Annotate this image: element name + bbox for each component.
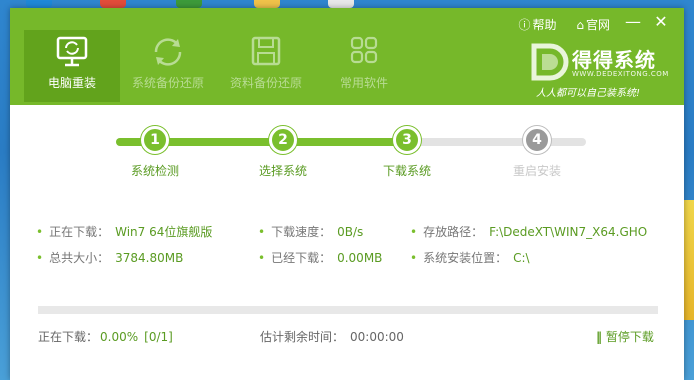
step-number: 2 bbox=[269, 126, 297, 154]
info-downloaded: • 已经下载： 0.00MB bbox=[258, 249, 382, 266]
bullet-icon: • bbox=[36, 225, 44, 239]
info-value: 0.00MB bbox=[337, 251, 383, 265]
step-select-system: 2 选择系统 bbox=[259, 126, 307, 178]
info-install-location: • 系统安装位置： C:\ bbox=[410, 249, 530, 266]
count-value: [0/1] bbox=[144, 330, 173, 344]
close-button[interactable]: ✕ bbox=[650, 12, 672, 31]
step-system-check: 1 系统检测 bbox=[131, 126, 179, 178]
tab-common-software[interactable]: 常用软件 bbox=[316, 30, 412, 102]
step-number: 1 bbox=[141, 126, 169, 154]
desktop-shortcut-icon[interactable] bbox=[254, 0, 280, 8]
help-link[interactable]: ⓘ 帮助 bbox=[511, 18, 557, 32]
step-restart-install: 4 重启安装 bbox=[513, 126, 561, 178]
logo-name: 得得系统 bbox=[572, 48, 656, 72]
status-label: 正在下载： bbox=[38, 330, 99, 344]
step-label: 重启安装 bbox=[512, 164, 561, 178]
installer-window: 电脑重装 系统备份还原 资料备份还原 常用软件 ⓘ 帮助 ⌂ 官网 — ✕ 得得… bbox=[10, 8, 684, 380]
info-value: F:\DedeXT\WIN7_X64.GHO bbox=[489, 225, 648, 239]
logo-mark-icon bbox=[531, 43, 569, 81]
step-number: 4 bbox=[523, 126, 551, 154]
title-bar: 电脑重装 系统备份还原 资料备份还原 常用软件 ⓘ 帮助 ⌂ 官网 — ✕ 得得… bbox=[10, 8, 684, 105]
info-downloading: • 正在下载： Win7 64位旗舰版 bbox=[36, 223, 212, 240]
remaining-time: 估计剩余时间： 00:00:00 bbox=[260, 328, 404, 345]
home-icon: ⌂ bbox=[576, 18, 584, 32]
desktop-shortcut-icon[interactable] bbox=[100, 0, 126, 8]
info-label: 总共大小： bbox=[49, 251, 110, 265]
bullet-icon: • bbox=[36, 251, 44, 265]
info-label: 系统安装位置： bbox=[423, 251, 508, 265]
info-total-size: • 总共大小： 3784.80MB bbox=[36, 249, 183, 266]
monitor-refresh-icon bbox=[52, 36, 92, 68]
info-label: 正在下载： bbox=[49, 225, 110, 239]
info-value: 3784.80MB bbox=[115, 251, 184, 265]
step-label: 下载系统 bbox=[382, 164, 431, 178]
step-download-system: 3 下载系统 bbox=[383, 126, 431, 178]
backup-restore-icon bbox=[148, 36, 188, 68]
step-label: 系统检测 bbox=[130, 164, 179, 178]
info-speed: • 下载速度： 0B/s bbox=[258, 223, 363, 240]
minimize-button[interactable]: — bbox=[622, 12, 644, 31]
step-number: 3 bbox=[393, 126, 421, 154]
step-label: 选择系统 bbox=[258, 164, 307, 178]
tab-system-reinstall[interactable]: 电脑重装 bbox=[24, 30, 120, 102]
logo-url: WWW.DEDEXITONG.COM bbox=[572, 70, 669, 78]
info-path: • 存放路径： F:\DedeXT\WIN7_X64.GHO bbox=[410, 223, 647, 240]
bullet-icon: • bbox=[410, 225, 418, 239]
remaining-label: 估计剩余时间： bbox=[260, 330, 345, 344]
tab-label: 系统备份还原 bbox=[131, 76, 204, 90]
remaining-value: 00:00:00 bbox=[350, 330, 404, 344]
percent-value: 0.00% bbox=[100, 330, 139, 344]
info-label: 已经下载： bbox=[271, 251, 332, 265]
download-progress-bar bbox=[38, 306, 658, 314]
website-link[interactable]: ⌂ 官网 bbox=[568, 18, 610, 32]
website-label: 官网 bbox=[585, 18, 610, 32]
pause-icon: ‖ bbox=[596, 330, 602, 344]
bullet-icon: • bbox=[258, 225, 266, 239]
desktop-shortcut-icon[interactable] bbox=[328, 0, 354, 8]
help-label: 帮助 bbox=[532, 18, 557, 32]
tab-label: 资料备份还原 bbox=[229, 76, 302, 90]
info-label: 下载速度： bbox=[271, 225, 332, 239]
top-links: ⓘ 帮助 ⌂ 官网 bbox=[503, 16, 611, 33]
download-status: 正在下载： 0.00% [0/1] bbox=[38, 328, 173, 345]
info-value: C:\ bbox=[513, 251, 530, 265]
desktop-shortcut-icon[interactable] bbox=[176, 0, 202, 8]
tab-label: 电脑重装 bbox=[47, 76, 96, 90]
tab-system-backup[interactable]: 系统备份还原 bbox=[120, 30, 216, 102]
save-disk-icon bbox=[246, 36, 286, 68]
info-value: Win7 64位旗舰版 bbox=[115, 225, 213, 239]
bullet-icon: • bbox=[258, 251, 266, 265]
help-icon: ⓘ bbox=[518, 18, 531, 32]
brand-logo: 得得系统 WWW.DEDEXITONG.COM 人人都可以自己装系统! bbox=[528, 40, 678, 100]
desktop-shortcut-icon[interactable] bbox=[26, 0, 52, 8]
tab-label: 常用软件 bbox=[339, 76, 388, 90]
info-label: 存放路径： bbox=[423, 225, 484, 239]
pause-download-button[interactable]: ‖ 暂停下载 bbox=[596, 328, 654, 345]
bullet-icon: • bbox=[410, 251, 418, 265]
tab-data-backup[interactable]: 资料备份还原 bbox=[218, 30, 314, 102]
step-progress: 1 系统检测 2 选择系统 3 下载系统 4 重启安装 bbox=[116, 126, 586, 186]
pause-label: 暂停下载 bbox=[605, 330, 654, 344]
logo-slogan: 人人都可以自己装系统! bbox=[536, 88, 641, 99]
info-value: 0B/s bbox=[337, 225, 364, 239]
apps-grid-icon bbox=[344, 36, 384, 68]
